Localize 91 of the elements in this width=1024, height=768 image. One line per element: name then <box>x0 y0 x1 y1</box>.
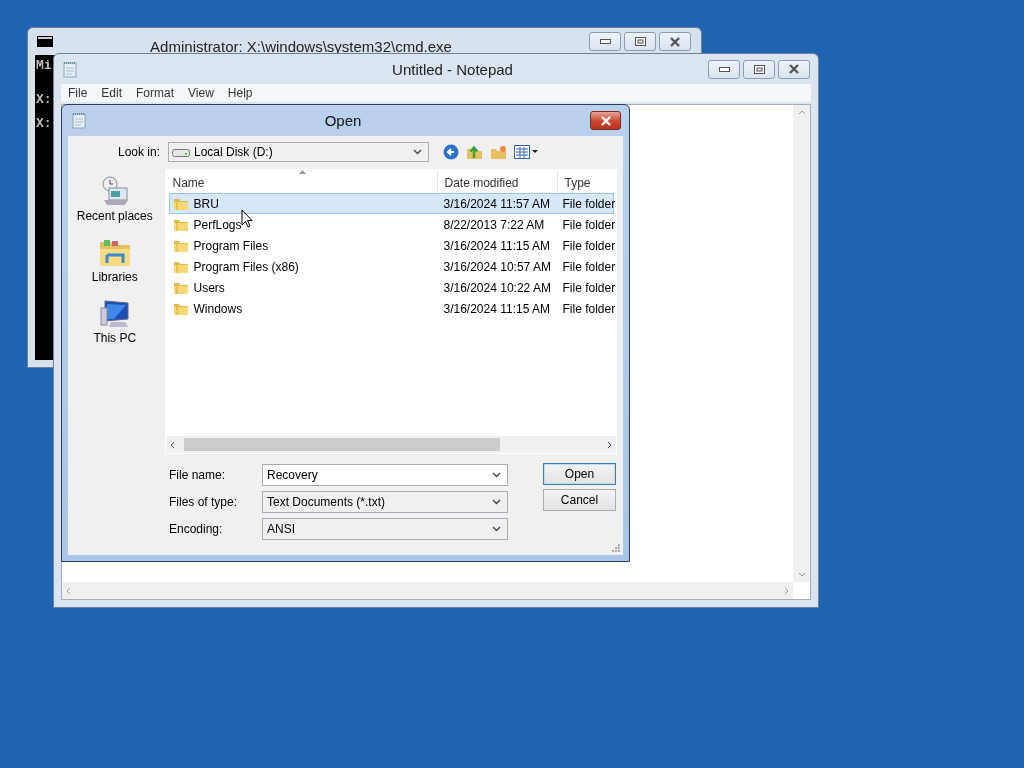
maximize-icon <box>634 37 646 46</box>
minimize-icon <box>718 66 730 72</box>
mouse-cursor-icon <box>241 209 253 228</box>
date-modified: 8/22/2013 7:22 AM <box>443 217 545 232</box>
file-name: Windows <box>193 301 243 316</box>
console-line: X: <box>36 92 52 107</box>
file-row[interactable]: PerfLogs 8/22/2013 7:22 AM File folder <box>169 214 614 235</box>
up-folder-icon[interactable] <box>466 144 483 160</box>
field-label: File name: <box>169 467 227 482</box>
console-line: X: <box>36 116 52 131</box>
scroll-right-icon <box>784 586 789 595</box>
scroll-right-icon <box>607 440 612 449</box>
file-name: Users <box>193 280 225 295</box>
file-row[interactable]: BRU 3/16/2024 11:57 AM File folder <box>169 193 614 214</box>
file-row[interactable]: Windows 3/16/2024 11:15 AM File folder <box>169 298 614 319</box>
place-item[interactable]: This PC <box>93 299 137 345</box>
maximize-button[interactable] <box>743 59 775 79</box>
date-modified: 3/16/2024 11:15 AM <box>443 238 550 253</box>
file-type: File folder <box>562 196 616 211</box>
folder-icon <box>173 217 190 232</box>
file-name: Program Files <box>193 238 269 253</box>
field-label: Files of type: <box>169 494 239 509</box>
horizontal-scrollbar[interactable] <box>166 436 616 453</box>
field-label: Encoding: <box>169 521 224 536</box>
place-item[interactable]: Recent places <box>76 175 153 223</box>
maximize-button[interactable] <box>624 32 656 51</box>
dialog-title: Open <box>323 112 363 129</box>
file-row[interactable]: Program Files (x86) 3/16/2024 10:57 AM File folder <box>169 256 614 277</box>
file-type: File folder <box>562 280 616 295</box>
file-type: File folder <box>562 259 616 274</box>
scroll-down-icon <box>797 572 806 577</box>
console-line: Mi <box>36 58 52 73</box>
libraries-icon <box>97 238 132 268</box>
field-label: Look in: <box>116 145 161 159</box>
minimize-button[interactable] <box>708 59 740 79</box>
close-button[interactable] <box>778 59 810 79</box>
file-type: File folder <box>562 238 616 253</box>
vertical-scrollbar[interactable] <box>793 105 810 582</box>
folder-icon <box>173 238 190 253</box>
column-header[interactable]: Date modified <box>438 170 559 192</box>
date-modified: 3/16/2024 11:15 AM <box>443 301 550 316</box>
close-icon <box>669 36 681 47</box>
window-title: Administrator: X:\windows\system32\cmd.exe <box>149 37 453 55</box>
maximize-icon <box>753 64 765 74</box>
console-icon <box>37 36 53 47</box>
encoding-dropdown[interactable]: ANSI <box>262 517 508 540</box>
close-button[interactable] <box>590 111 621 130</box>
menu-item[interactable]: Help <box>220 86 260 100</box>
menu-item[interactable]: Format <box>129 86 182 100</box>
back-icon[interactable] <box>443 144 459 160</box>
minimize-button[interactable] <box>589 32 621 51</box>
computer-icon <box>98 299 131 329</box>
date-modified: 3/16/2024 11:57 AM <box>443 196 550 211</box>
close-icon <box>788 64 800 74</box>
file-name: Program Files (x86) <box>193 259 299 274</box>
file-row[interactable]: Program Files 3/16/2024 11:15 AM File folder <box>169 235 614 256</box>
menu-item[interactable]: Edit <box>94 86 130 100</box>
folder-icon <box>173 301 190 316</box>
window-title: Untitled - Notepad <box>391 60 514 78</box>
notepad-icon <box>63 60 77 78</box>
file-name: PerfLogs <box>193 217 242 232</box>
folder-icon <box>173 259 190 274</box>
file-type-dropdown[interactable]: Text Documents (*.txt) <box>262 490 508 513</box>
horizontal-scrollbar[interactable] <box>62 582 793 599</box>
place-item[interactable]: Libraries <box>91 238 138 284</box>
sort-icon <box>299 170 307 174</box>
menu-item[interactable]: View <box>181 86 221 100</box>
file-name-field[interactable]: Recovery <box>262 463 508 486</box>
file-type: File folder <box>562 301 616 316</box>
look-in-dropdown[interactable]: Local Disk (D:) <box>168 142 429 162</box>
view-menu-icon[interactable] <box>514 145 539 159</box>
scroll-left-icon <box>170 440 176 449</box>
column-header[interactable]: Type <box>558 170 616 192</box>
date-modified: 3/16/2024 10:57 AM <box>443 259 551 274</box>
folder-icon <box>173 196 190 211</box>
file-type: File folder <box>562 217 616 232</box>
folder-icon <box>173 280 190 295</box>
drive-icon <box>172 147 190 157</box>
file-row[interactable]: Users 3/16/2024 10:22 AM File folder <box>169 277 614 298</box>
scroll-up-icon <box>797 110 806 115</box>
minimize-icon <box>599 39 611 44</box>
close-button[interactable] <box>659 32 691 51</box>
notepad-icon <box>72 112 86 129</box>
menu-item[interactable]: File <box>61 86 95 100</box>
date-modified: 3/16/2024 10:22 AM <box>443 280 551 295</box>
close-icon <box>599 115 612 126</box>
resize-grip-icon[interactable] <box>612 544 620 552</box>
dialog-button[interactable]: Cancel <box>543 489 616 511</box>
scroll-left-icon <box>66 586 71 595</box>
file-name: BRU <box>193 196 219 211</box>
dialog-button[interactable]: Open <box>543 463 616 485</box>
